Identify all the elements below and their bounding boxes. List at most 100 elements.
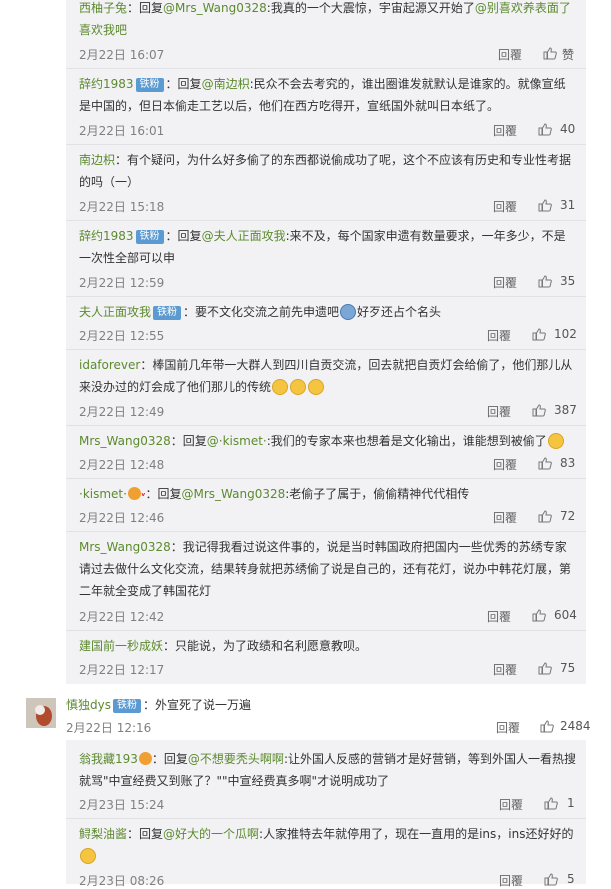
timestamp: 2月22日 12:46 xyxy=(79,511,165,525)
reply-button[interactable]: 回覆 xyxy=(493,274,517,291)
mention-link[interactable]: @南边枳 xyxy=(202,77,250,91)
mention-link[interactable]: @不想要秃头啊啊 xyxy=(188,752,284,766)
timestamp: 2月23日 08:26 xyxy=(79,874,165,888)
comment-text: 好歹还占个名头 xyxy=(357,305,442,319)
list-item: Mrs_Wang0328：回复@·kismet·:我们的专家本来也想着是文化输出… xyxy=(79,430,576,452)
comment-text: :老偷子了属于，偷偷精神代代相传 xyxy=(285,487,470,501)
user-link[interactable]: Mrs_Wang0328 xyxy=(79,540,171,554)
like-count: 604 xyxy=(554,608,577,622)
divider xyxy=(66,220,586,221)
reply-button[interactable]: 回覆 xyxy=(499,872,523,889)
divider xyxy=(66,68,586,69)
reply-connector: ：回复 xyxy=(145,487,182,501)
mention-link[interactable]: @好大的一个瓜啊 xyxy=(163,827,259,841)
reply-button[interactable]: 回覆 xyxy=(487,327,511,344)
user-link[interactable]: ·kismet· xyxy=(79,487,127,501)
list-item: 南边枳：有个疑问，为什么好多偷了的东西都说偷成功了呢，这个不应该有历史和专业性考… xyxy=(79,149,576,193)
avatar-image-icon xyxy=(26,698,56,728)
reply-button[interactable]: 回覆 xyxy=(487,608,511,625)
like-count: 387 xyxy=(554,403,577,417)
thumbs-up-icon[interactable] xyxy=(540,720,554,733)
thumbs-up-icon[interactable] xyxy=(532,609,546,622)
user-link[interactable]: idaforever xyxy=(79,358,140,372)
reply-button[interactable]: 回覆 xyxy=(496,719,520,736)
reply-button[interactable]: 回覆 xyxy=(499,796,523,813)
reply-connector: ：回复 xyxy=(165,77,202,91)
list-item: 鲟梨油酱：回复@好大的一个瓜啊:人家推特去年就停用了，现在一直用的是ins，in… xyxy=(79,823,576,867)
shark-emoji-icon xyxy=(340,304,357,320)
comment-text: ：棒国前几年带一大群人到四川自贡交流，回去就把自贡灯会给偷了，他们那儿从来没办过… xyxy=(79,358,573,394)
list-item: Mrs_Wang0328：我记得我看过说这件事的，说是当时韩国政府把国内一些优秀… xyxy=(79,536,576,602)
timestamp: 2月22日 12:55 xyxy=(79,329,165,343)
user-link[interactable]: 建国前一秒成妖 xyxy=(79,639,163,653)
list-item: 辞约1983 铁粉 ：回复@南边枳:民众不会去考究的，谁出圈谁发就默认是谁家的。就像… xyxy=(79,73,576,117)
timestamp: 2月23日 15:24 xyxy=(79,798,165,812)
divider xyxy=(66,818,586,819)
divider xyxy=(66,296,586,297)
reply-connector: ：回复 xyxy=(170,434,207,448)
comment-text: ：有个疑问，为什么好多偷了的东西都说偷成功了呢，这个不应该有历史和专业性考据的吗… xyxy=(79,153,572,189)
thumbs-up-icon[interactable] xyxy=(538,662,552,675)
user-link[interactable]: Mrs_Wang0328 xyxy=(79,434,171,448)
sleepy-emoji-icon xyxy=(80,848,96,864)
smile-emoji-icon xyxy=(290,379,307,395)
sub-comment-panel: 翁我藏193 ：回复@不想要秃头啊啊:让外国人反感的营销才是好营销，等到外国人一看… xyxy=(66,740,586,888)
divider xyxy=(66,531,586,532)
divider xyxy=(66,630,586,631)
thumbs-up-icon[interactable] xyxy=(538,199,552,212)
reply-button[interactable]: 回覆 xyxy=(493,198,517,215)
fan-badge: 铁粉 xyxy=(112,699,141,713)
fan-badge: 铁粉 xyxy=(153,306,182,320)
user-link[interactable]: 慎独dys xyxy=(66,698,111,712)
reply-button[interactable]: 回覆 xyxy=(487,403,511,420)
thumbs-up-icon[interactable] xyxy=(532,404,546,417)
list-item: ·kismet· ᵥ：回复@Mrs_Wang0328:老偷子了属于，偷偷精神代代相… xyxy=(79,483,576,505)
list-item: 翁我藏193 ：回复@不想要秃头啊啊:让外国人反感的营销才是好营销，等到外国人一看… xyxy=(79,748,576,792)
user-link[interactable]: 西柚子兔 xyxy=(79,1,127,15)
reply-button[interactable]: 回覆 xyxy=(493,122,517,139)
timestamp: 2月22日 16:07 xyxy=(79,48,165,62)
verified-icon xyxy=(127,487,141,500)
thumbs-up-icon[interactable] xyxy=(538,510,552,523)
mention-link[interactable]: @夫人正面攻我 xyxy=(202,229,286,243)
thumbs-up-icon[interactable] xyxy=(538,275,552,288)
reply-button[interactable]: 回覆 xyxy=(493,509,517,526)
mention-link[interactable]: @Mrs_Wang0328 xyxy=(181,487,285,501)
user-link[interactable]: 南边枳 xyxy=(79,153,115,167)
comment-text: ：要不文化交流之前先申遗吧 xyxy=(183,305,340,319)
user-link[interactable]: 辞约1983 xyxy=(79,77,134,91)
thumbs-up-icon[interactable] xyxy=(543,47,557,60)
list-item: 建国前一秒成妖：只能说，为了政绩和名利愿意教呗。 xyxy=(79,635,576,657)
main-comment: 慎独dys 铁粉 ：外宣死了说一万遍 xyxy=(66,694,586,716)
mention-link[interactable]: @·kismet· xyxy=(207,434,267,448)
mention-link[interactable]: @Mrs_Wang0328 xyxy=(163,1,267,15)
like-count: 2484 xyxy=(560,719,591,733)
thumbs-up-icon[interactable] xyxy=(538,457,552,470)
user-link[interactable]: 翁我藏193 xyxy=(79,752,138,766)
fan-badge: 铁粉 xyxy=(135,78,164,92)
reply-button[interactable]: 回覆 xyxy=(493,456,517,473)
list-item: 夫人正面攻我 铁粉 ：要不文化交流之前先申遗吧 好歹还占个名头 xyxy=(79,301,576,323)
timestamp: 2月22日 12:49 xyxy=(79,405,165,419)
reply-button[interactable]: 回覆 xyxy=(498,46,522,63)
divider xyxy=(66,349,586,350)
user-link[interactable]: 辞约1983 xyxy=(79,229,134,243)
avatar[interactable] xyxy=(26,698,56,728)
timestamp: 2月22日 12:17 xyxy=(79,663,165,677)
like-count: 102 xyxy=(554,327,577,341)
thumbs-up-icon[interactable] xyxy=(544,797,558,810)
comment-text: :人家推特去年就停用了，现在一直用的是ins，ins还好好的 xyxy=(259,827,574,841)
like-count: 35 xyxy=(560,274,576,288)
timestamp: 2月22日 12:16 xyxy=(66,721,152,735)
like-count: 83 xyxy=(560,456,576,470)
comment-text: ：外宣死了说一万遍 xyxy=(142,698,251,712)
thumbs-up-icon[interactable] xyxy=(544,873,558,886)
thumbs-up-icon[interactable] xyxy=(532,328,546,341)
divider xyxy=(66,425,586,426)
smile-emoji-icon xyxy=(308,379,325,395)
user-link[interactable]: 鲟梨油酱 xyxy=(79,827,127,841)
reply-button[interactable]: 回覆 xyxy=(493,661,517,678)
thumbs-up-icon[interactable] xyxy=(538,123,552,136)
user-link[interactable]: 夫人正面攻我 xyxy=(79,305,151,319)
fan-badge: 铁粉 xyxy=(135,230,164,244)
